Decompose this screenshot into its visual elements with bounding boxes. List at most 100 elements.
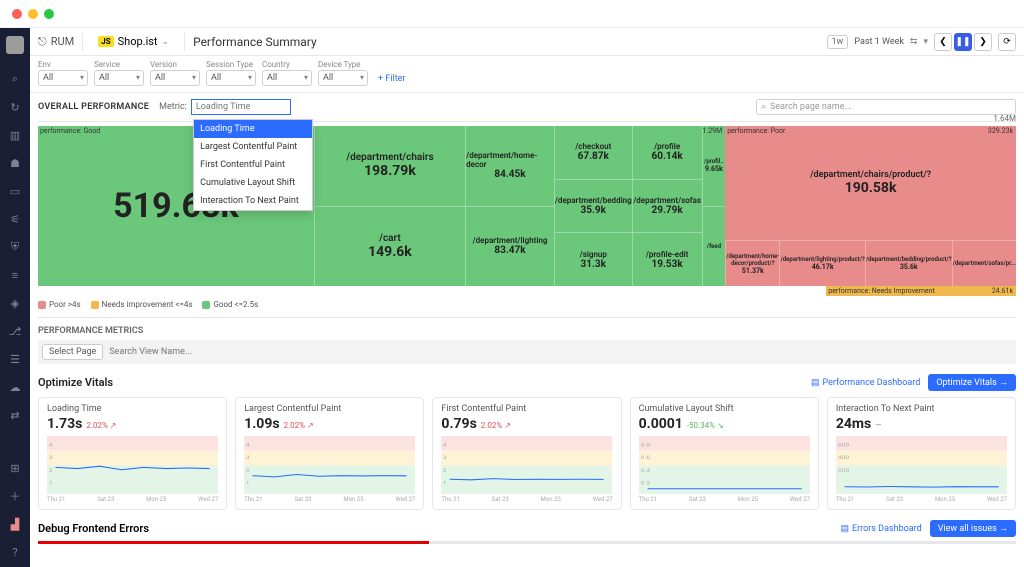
time-forward-button[interactable]: ❯: [974, 33, 992, 51]
history-icon[interactable]: ↻: [8, 100, 22, 114]
sparkline-chart: 4321: [47, 436, 218, 494]
filter-label: Session Type: [206, 60, 256, 69]
treemap-cell[interactable]: /department/sofas/pr...: [952, 240, 1016, 286]
app-selector[interactable]: JS Shop.ist ⌄: [91, 32, 176, 51]
filter-version[interactable]: All: [150, 70, 200, 86]
svg-text:0.6: 0.6: [640, 456, 649, 460]
metric-option[interactable]: Cumulative Layout Shift: [194, 174, 312, 192]
svg-text:2: 2: [49, 469, 53, 473]
maximize-dot[interactable]: [44, 9, 54, 19]
treemap-cell[interactable]: /profile60.14k: [633, 126, 702, 180]
time-pause-button[interactable]: ❚❚: [954, 33, 972, 51]
logo-icon[interactable]: [6, 36, 24, 54]
logs-icon[interactable]: ≡: [8, 268, 22, 282]
search-icon[interactable]: ⌕: [8, 72, 22, 86]
treemap-cell[interactable]: /department/sofas29.79k: [633, 180, 702, 234]
cloud-icon[interactable]: ☁: [8, 380, 22, 394]
treemap-cell[interactable]: /profil..9.65k: [703, 126, 726, 207]
svg-text:200: 200: [838, 469, 850, 473]
optimize-vitals-button[interactable]: Optimize Vitals →: [928, 374, 1016, 391]
rum-icon: ⎋: [38, 35, 47, 49]
treemap-cell[interactable]: /signup31.3k: [555, 233, 632, 286]
svg-text:400: 400: [838, 456, 850, 460]
filter-session type[interactable]: All: [206, 70, 256, 86]
user-icon[interactable]: ▟: [8, 517, 22, 531]
dashboard-icon[interactable]: ▥: [8, 128, 22, 142]
vital-card[interactable]: Largest Contentful Paint 1.09s2.02% ↗ 43…: [235, 397, 424, 510]
minimize-dot[interactable]: [28, 9, 38, 19]
treemap-cell[interactable]: /department/home-decor/product/?51.37k: [725, 240, 779, 286]
search-placeholder: Search page name...: [770, 102, 852, 112]
timerange-selector[interactable]: Past 1 Week: [854, 37, 904, 47]
flows-icon[interactable]: ⇄: [8, 408, 22, 422]
svg-text:0.8: 0.8: [640, 444, 649, 448]
search-page-input[interactable]: ⌕ Search page name...: [756, 99, 1016, 115]
filter-country[interactable]: All: [262, 70, 312, 86]
time-preset-badge[interactable]: 1w: [827, 35, 849, 49]
needs-label: performance: Needs Improvement: [828, 287, 934, 295]
vital-card[interactable]: Interaction To Next Paint 24ms— 60040020…: [827, 397, 1016, 510]
rum-icon[interactable]: ◈: [8, 296, 22, 310]
add-icon[interactable]: ＋: [8, 489, 22, 503]
integrations-icon[interactable]: ⊞: [8, 461, 22, 475]
security-icon[interactable]: ⛨: [8, 240, 22, 254]
view-name-search-input[interactable]: [109, 347, 1012, 357]
monitors-icon[interactable]: ▭: [8, 184, 22, 198]
performance-treemap[interactable]: performance: Good 1.29M 519.68k /departm…: [38, 126, 1016, 286]
vital-card[interactable]: Cumulative Layout Shift 0.0001-50.34% ↘ …: [630, 397, 819, 510]
refresh-button[interactable]: ⟳: [998, 33, 1016, 51]
sparkline-chart: 0.80.60.40.2: [639, 436, 810, 494]
vital-card[interactable]: First Contentful Paint 0.79s2.02% ↗ 4321…: [432, 397, 621, 510]
window-chrome: [0, 0, 1024, 28]
filter-device type[interactable]: All: [318, 70, 368, 86]
view-all-issues-button[interactable]: View all issues →: [930, 520, 1016, 537]
filter-label: Service: [94, 60, 144, 69]
overall-tab[interactable]: OVERALL PERFORMANCE: [38, 102, 149, 112]
svg-text:1: 1: [443, 482, 447, 486]
metric-select-input[interactable]: [191, 99, 291, 115]
treemap-cell[interactable]: /profile-edit19.53k: [633, 233, 702, 286]
infra-icon[interactable]: ☗: [8, 156, 22, 170]
treemap-poor-main[interactable]: /department/chairs/product/? 190.58k: [725, 126, 1016, 240]
treemap-needs-bar[interactable]: performance: Needs Improvement 24.61k: [826, 286, 1016, 296]
treemap-cell[interactable]: /department/lighting/product/?46.17k: [779, 240, 864, 286]
metric-dropdown: Loading TimeLargest Contentful PaintFirs…: [193, 119, 313, 211]
good-label: performance: Good: [40, 127, 100, 135]
treemap-cell[interactable]: /feed: [703, 207, 726, 287]
performance-dashboard-link[interactable]: ▤Performance Dashboard: [811, 378, 920, 388]
vital-card[interactable]: Loading Time 1.73s2.02% ↗ 4321 Thu 21Sat…: [38, 397, 227, 510]
treemap-cell[interactable]: /department/chairs198.79k: [315, 126, 465, 207]
svg-text:3: 3: [246, 456, 250, 460]
treemap-cell[interactable]: /department/home-decor84.45k: [466, 126, 554, 207]
sparkline-chart: 4321: [441, 436, 612, 494]
treemap-cell[interactable]: /department/lighting83.47k: [466, 207, 554, 287]
close-dot[interactable]: [12, 9, 22, 19]
chevron-down-icon: ⌄: [162, 37, 170, 47]
svg-text:600: 600: [838, 444, 850, 448]
treemap-cell[interactable]: /cart149.6k: [315, 207, 465, 287]
rum-breadcrumb[interactable]: ⎋ RUM: [38, 35, 74, 49]
treemap-cell[interactable]: /department/bedding35.9k: [555, 180, 632, 234]
metric-option[interactable]: Loading Time: [194, 120, 312, 138]
time-back-button[interactable]: ❮: [934, 33, 952, 51]
filter-env[interactable]: All: [38, 70, 88, 86]
debug-errors-title: Debug Frontend Errors: [38, 522, 149, 535]
select-page-button[interactable]: Select Page: [42, 344, 103, 360]
treemap-cell[interactable]: /checkout67.87k: [555, 126, 632, 180]
treemap-cell[interactable]: /department/bedding/product/?35.6k: [865, 240, 952, 286]
add-filter-button[interactable]: + Filter: [374, 72, 409, 86]
synth-icon[interactable]: ☰: [8, 352, 22, 366]
errors-dashboard-link[interactable]: ▤Errors Dashboard: [840, 524, 921, 534]
ci-icon[interactable]: ⎇: [8, 324, 22, 338]
search-icon: ⌕: [761, 102, 766, 112]
metric-option[interactable]: Interaction To Next Paint: [194, 192, 312, 210]
left-sidebar: ⌕ ↻ ▥ ☗ ▭ ⚟ ⛨ ≡ ◈ ⎇ ☰ ☁ ⇄ ⊞ ＋ ▟ ?: [0, 28, 30, 567]
metric-option[interactable]: First Contentful Paint: [194, 156, 312, 174]
filter-service[interactable]: All: [94, 70, 144, 86]
help-icon[interactable]: ?: [8, 545, 22, 559]
apm-icon[interactable]: ⚟: [8, 212, 22, 226]
filter-label: Version: [150, 60, 200, 69]
needs-count: 24.61k: [992, 287, 1013, 295]
metric-option[interactable]: Largest Contentful Paint: [194, 138, 312, 156]
error-progress-bar: [38, 541, 1016, 544]
